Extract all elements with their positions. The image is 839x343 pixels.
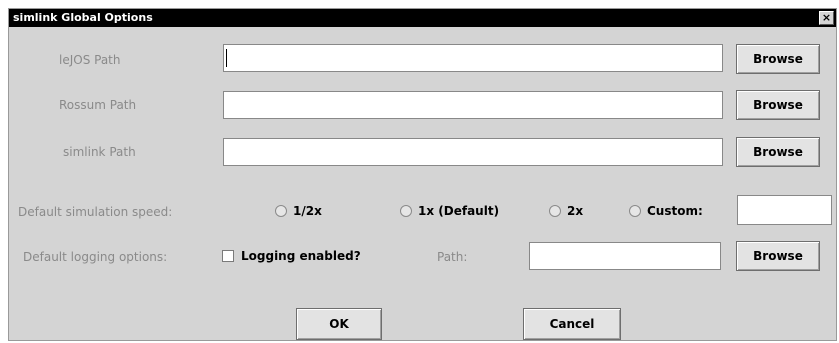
simlink-browse-button[interactable]: Browse (736, 137, 820, 167)
speed-1x-label: 1x (Default) (418, 204, 500, 218)
log-path-label: Path: (437, 250, 468, 264)
simlink-path-label: simlink Path (63, 145, 136, 159)
cancel-button[interactable]: Cancel (523, 308, 621, 340)
text-cursor (226, 49, 227, 67)
logging-enabled-checkbox[interactable] (222, 250, 234, 262)
log-browse-button[interactable]: Browse (736, 241, 820, 271)
speed-custom-label: Custom: (647, 204, 703, 218)
simulation-speed-label: Default simulation speed: (18, 205, 173, 219)
custom-speed-input[interactable] (737, 195, 832, 225)
simlink-path-input[interactable] (223, 138, 723, 166)
logging-options-label: Default logging options: (23, 250, 168, 264)
speed-1x-radio[interactable] (400, 205, 412, 217)
lejos-browse-button[interactable]: Browse (736, 44, 820, 74)
options-dialog: simlink Global Options × leJOS Path Brow… (8, 8, 837, 341)
close-button[interactable]: × (819, 11, 834, 25)
lejos-path-input[interactable] (223, 44, 723, 72)
speed-custom-radio[interactable] (629, 205, 641, 217)
speed-2x-radio[interactable] (549, 205, 561, 217)
speed-2x-label: 2x (567, 204, 584, 218)
ok-button[interactable]: OK (296, 308, 382, 340)
title-bar: simlink Global Options × (9, 9, 836, 27)
log-path-input[interactable] (529, 242, 721, 270)
window-title: simlink Global Options (13, 11, 153, 24)
rossum-browse-button[interactable]: Browse (736, 90, 820, 120)
rossum-path-label: Rossum Path (59, 98, 137, 112)
speed-half-radio[interactable] (275, 205, 287, 217)
close-icon: × (821, 11, 832, 24)
rossum-path-input[interactable] (223, 91, 723, 119)
speed-half-label: 1/2x (293, 204, 322, 218)
logging-enabled-label: Logging enabled? (241, 249, 361, 263)
lejos-path-label: leJOS Path (59, 53, 121, 67)
